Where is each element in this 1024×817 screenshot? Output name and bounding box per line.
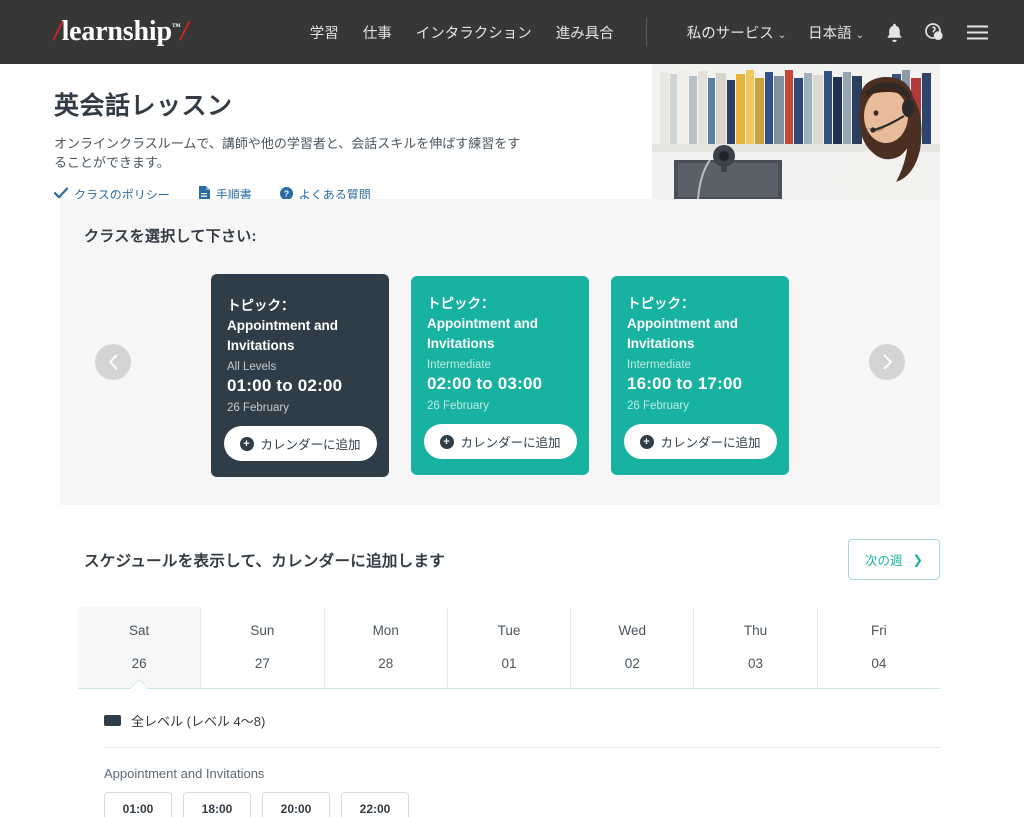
top-navigation-bar: /learnship™/ 学習 仕事 インタラクション 進み具合 私のサービス ⌄… — [0, 0, 1024, 64]
day-tabs: Sat 26 Sun 27 Mon 28 Tue 01 Wed 02 Thu 0… — [78, 607, 940, 689]
class-card-date: 26 February — [627, 400, 690, 412]
add-to-calendar-button[interactable]: + カレンダーに追加 — [423, 424, 577, 459]
nav-my-services-label: 私のサービス — [686, 25, 774, 42]
slot-topic-label: Appointment and Invitations — [104, 766, 265, 781]
chevron-right-icon: ❯ — [912, 553, 923, 567]
nav-item-progress[interactable]: 進み具合 — [556, 22, 614, 43]
hero-image-teacher-with-headset — [652, 64, 940, 199]
class-card-topic: トピック： Appointment and Invitations — [427, 296, 538, 351]
plus-icon: + — [439, 434, 454, 449]
day-tab-dow: Thu — [743, 623, 768, 638]
chevron-down-icon: ⌄ — [855, 29, 864, 41]
carousel-prev-button[interactable] — [95, 344, 131, 380]
time-slot-button[interactable]: 18:00 — [183, 792, 251, 817]
chevron-down-icon: ⌄ — [777, 29, 787, 41]
class-panel-title: クラスを選択して下さい: — [84, 228, 257, 245]
nav-utility-group: 私のサービス ⌄ 日本語 ⌄ — [687, 22, 988, 43]
nav-my-services-dropdown[interactable]: 私のサービス ⌄ — [687, 22, 786, 43]
day-tab-dow: Sat — [129, 623, 150, 638]
day-tab-dow: Sun — [250, 623, 275, 638]
plus-icon: + — [639, 434, 654, 449]
day-tab-number: 27 — [254, 656, 270, 671]
logo-trademark: ™ — [171, 21, 181, 32]
carousel-next-button[interactable] — [869, 344, 905, 380]
nav-item-work[interactable]: 仕事 — [363, 22, 392, 43]
nav-item-interaction[interactable]: インタラクション — [416, 22, 532, 43]
day-tab-thu[interactable]: Thu 03 — [693, 607, 816, 688]
nav-item-learning[interactable]: 学習 — [310, 22, 339, 43]
nav-divider — [645, 18, 647, 46]
class-card-level: All Levels — [227, 361, 277, 373]
class-card-time: 02:00 to 03:00 — [427, 374, 543, 393]
schedule-header: スケジュールを表示して、カレンダーに追加します 次の週 ❯ — [84, 539, 940, 580]
class-card-time: 01:00 to 02:00 — [227, 376, 343, 395]
day-tab-number: 01 — [501, 656, 517, 671]
class-card-level: Intermediate — [427, 359, 491, 371]
next-week-label: 次の週 — [865, 554, 903, 568]
day-tab-sun[interactable]: Sun 27 — [200, 607, 323, 688]
day-tab-dow: Tue — [497, 623, 521, 638]
class-card-date: 26 February — [427, 400, 490, 412]
class-card-topic: トピック： Appointment and Invitations — [627, 296, 738, 351]
support-chat-icon[interactable] — [925, 23, 945, 41]
class-card[interactable]: トピック： Appointment and Invitations All Lev… — [211, 274, 389, 477]
logo-slash-left: / — [54, 16, 62, 47]
add-to-calendar-label: カレンダーに追加 — [460, 436, 561, 450]
add-to-calendar-label: カレンダーに追加 — [660, 436, 761, 450]
time-slot-button[interactable]: 22:00 — [341, 792, 409, 817]
plus-icon: + — [239, 436, 254, 451]
day-tab-number: 26 — [131, 656, 147, 671]
day-tab-number: 02 — [624, 656, 640, 671]
day-tab-number: 04 — [871, 656, 887, 671]
day-tab-number: 03 — [748, 656, 764, 671]
day-tab-fri[interactable]: Fri 04 — [816, 607, 940, 688]
class-card[interactable]: トピック： Appointment and Invitations Interme… — [611, 276, 789, 475]
day-tab-mon[interactable]: Mon 28 — [323, 607, 447, 688]
day-tab-dow: Fri — [870, 623, 887, 638]
next-week-button[interactable]: 次の週 ❯ — [848, 539, 940, 580]
bell-icon[interactable] — [886, 23, 903, 42]
hamburger-menu-icon[interactable] — [967, 25, 988, 40]
time-slot-button[interactable]: 01:00 — [104, 792, 172, 817]
day-tab-sat[interactable]: Sat 26 — [78, 607, 201, 688]
class-card-topic: トピック： Appointment and Invitations — [227, 298, 338, 353]
add-to-calendar-label: カレンダーに追加 — [260, 438, 361, 452]
class-card-level: Intermediate — [627, 359, 691, 371]
day-tab-tue[interactable]: Tue 01 — [446, 607, 570, 688]
nav-language-dropdown[interactable]: 日本語 ⌄ — [808, 22, 864, 43]
page-subtitle: オンラインクラスルームで、講師や他の学習者と、会話スキルを伸ばす練習をすることが… — [54, 136, 521, 170]
class-selection-panel: クラスを選択して下さい: トピック： Appointment and Invita… — [60, 199, 940, 505]
day-tab-dow: Mon — [372, 623, 399, 638]
class-card-date: 26 February — [227, 402, 290, 414]
level-group-row: 全レベル (レベル 4〜8) — [104, 711, 940, 730]
add-to-calendar-button[interactable]: + カレンダーに追加 — [623, 424, 777, 459]
day-tab-wed[interactable]: Wed 02 — [570, 607, 693, 688]
learnship-logo[interactable]: /learnship™/ — [54, 16, 188, 48]
hero-section: 英会話レッスン オンラインクラスルームで、講師や他の学習者と、会話スキルを伸ばす… — [0, 64, 1024, 202]
day-tab-number: 28 — [378, 656, 394, 671]
level-group-label: 全レベル (レベル 4〜8) — [131, 714, 266, 729]
time-slot-button[interactable]: 20:00 — [262, 792, 330, 817]
schedule-slots: 全レベル (レベル 4〜8) Appointment and Invitatio… — [78, 689, 940, 817]
day-tab-dow: Wed — [618, 623, 647, 638]
class-card-time: 16:00 to 17:00 — [627, 374, 743, 393]
nav-language-label: 日本語 — [808, 25, 852, 42]
main-navigation: 学習 仕事 インタラクション 進み具合 私のサービス ⌄ 日本語 ⌄ — [310, 18, 988, 46]
class-carousel: トピック： Appointment and Invitations All Lev… — [60, 274, 940, 477]
svg-text:?: ? — [284, 188, 289, 198]
class-card[interactable]: トピック： Appointment and Invitations Interme… — [411, 276, 589, 475]
logo-wordmark: learnship — [61, 16, 172, 47]
schedule-title: スケジュールを表示して、カレンダーに追加します — [84, 552, 446, 570]
logo-slash-right: / — [180, 16, 189, 47]
time-slot-grid: 01:00 18:00 20:00 22:00 — [104, 792, 474, 817]
add-to-calendar-button[interactable]: + カレンダーに追加 — [223, 426, 377, 461]
slots-divider — [104, 747, 940, 748]
level-color-swatch — [104, 715, 121, 726]
